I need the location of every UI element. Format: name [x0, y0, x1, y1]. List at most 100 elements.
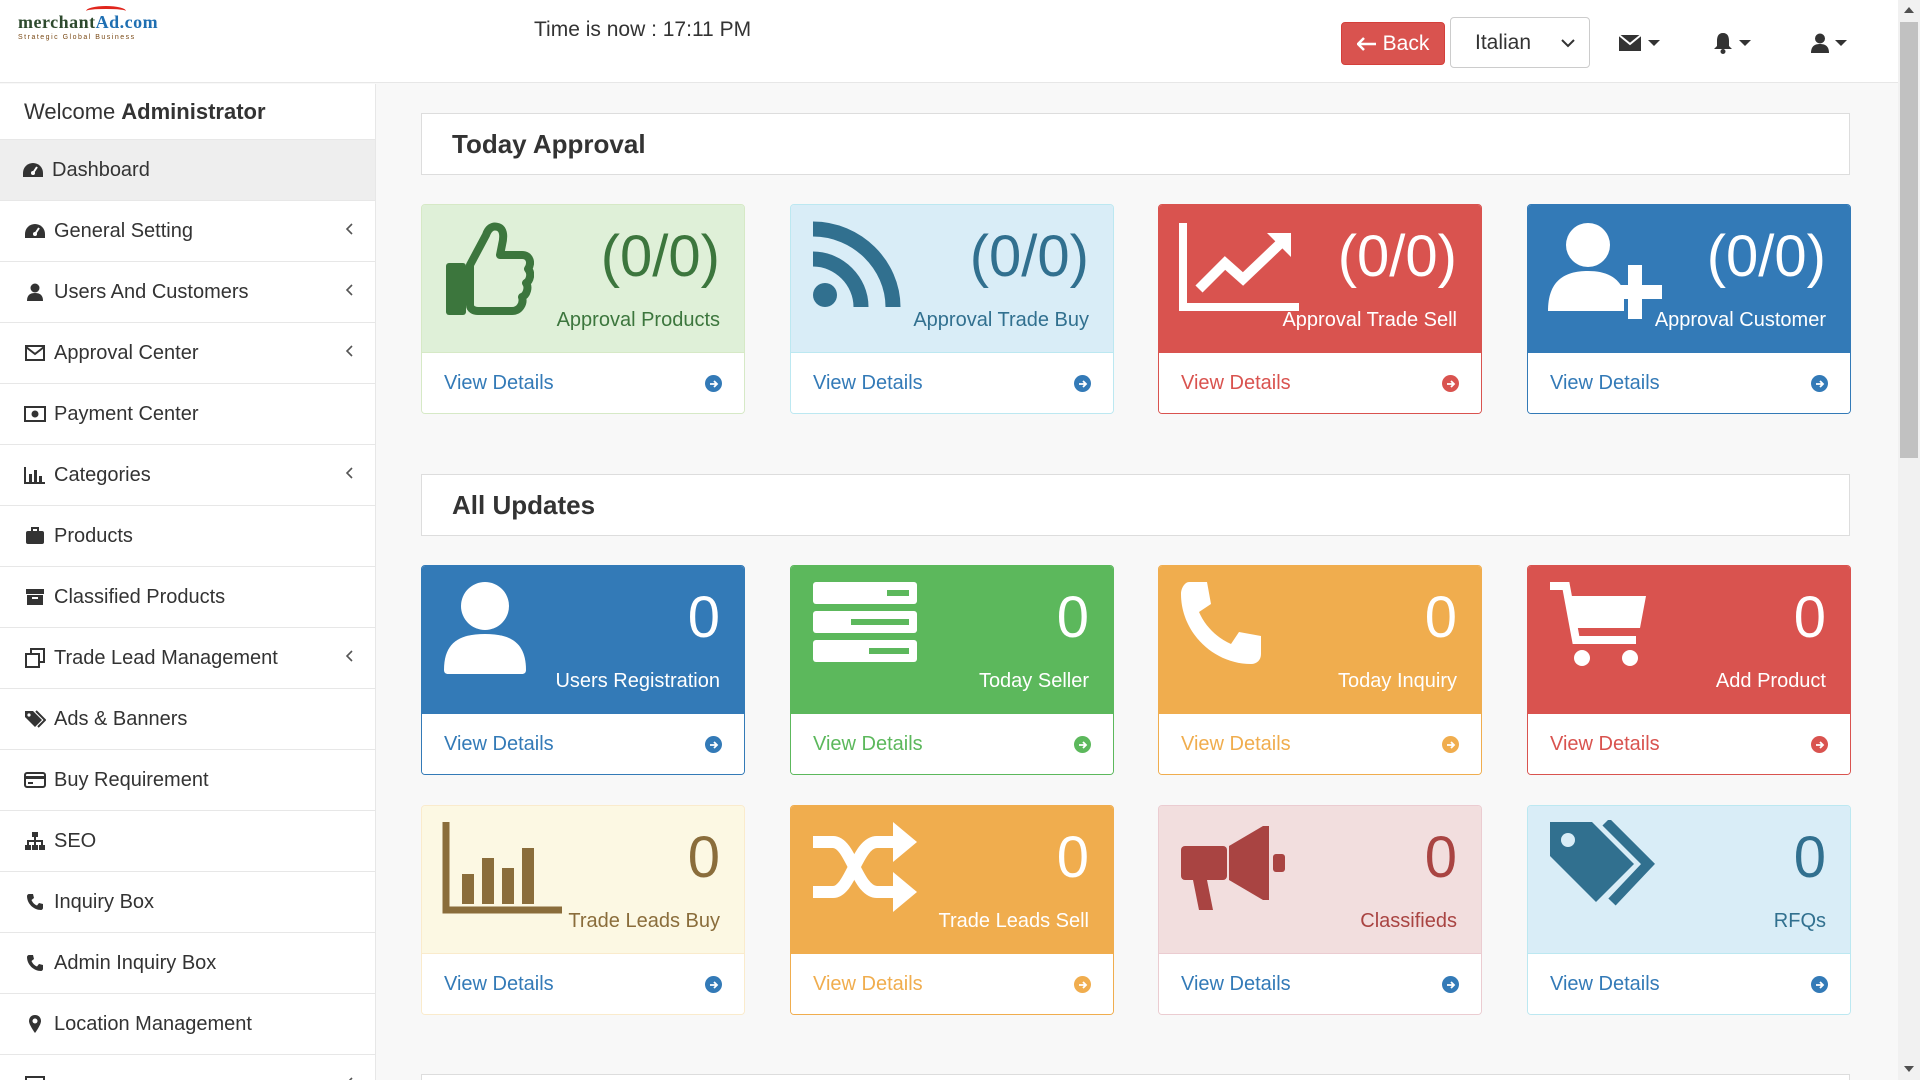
envelope-icon — [1618, 34, 1642, 51]
sidebar-item-label: Location Management — [54, 1012, 252, 1035]
thumbs-up-icon — [446, 222, 534, 315]
next-panel-partial — [421, 1074, 1850, 1080]
view-details-link[interactable]: View Details — [791, 713, 1113, 774]
sidebar: Welcome Administrator Dashboard General S… — [0, 84, 376, 1080]
chevron-left-icon — [345, 650, 353, 662]
card-approval-trade-buy: (0/0) Approval Trade Buy View Details — [790, 204, 1114, 414]
card-classifieds: 0 Classifieds View Details — [1158, 805, 1482, 1015]
view-details-link[interactable]: View Details — [1159, 953, 1481, 1014]
card-label: Today Seller — [978, 670, 1089, 692]
sidebar-item-users-and-customers[interactable]: Users And Customers — [0, 262, 375, 323]
card-add-product: 0 Add Product View Details — [1527, 565, 1851, 775]
language-select[interactable]: Italian — [1450, 17, 1590, 68]
view-details-label: View Details — [1181, 973, 1291, 995]
user-icon — [444, 582, 526, 674]
sidebar-item-label: Approval Center — [54, 341, 199, 364]
sidebar-item-ads-banners[interactable]: Ads & Banners — [0, 689, 375, 750]
sidebar-item-label: Buy Requirement — [54, 768, 209, 791]
sidebar-item-label: Inquiry Box — [54, 890, 155, 913]
arrow-circle-right-icon — [705, 375, 722, 392]
sidebar-item-label: SEO — [54, 829, 97, 852]
welcome-user: Administrator — [121, 98, 266, 124]
section-all-updates: All Updates — [421, 474, 1850, 536]
count-value: 0 — [687, 585, 720, 650]
scroll-down-arrow-icon[interactable] — [1904, 1066, 1914, 1072]
bell-icon — [1714, 33, 1732, 54]
card-label: Add Product — [1715, 670, 1826, 692]
sidebar-item-general-setting[interactable]: General Setting — [0, 201, 375, 262]
clone-icon — [24, 647, 46, 669]
phone-icon — [24, 952, 46, 974]
arrow-circle-right-icon — [1811, 976, 1828, 993]
notifications-dropdown[interactable] — [1713, 30, 1751, 56]
card-trade-leads-sell: 0 Trade Leads Sell View Details — [790, 805, 1114, 1015]
count-value: (0/0) — [1706, 224, 1826, 289]
view-details-link[interactable]: View Details — [1159, 352, 1481, 413]
card-label: Trade Leads Buy — [568, 910, 720, 932]
sidebar-item-seo[interactable]: SEO — [0, 811, 375, 872]
sidebar-item-label: Trade Lead Management — [54, 646, 278, 669]
count-value: (0/0) — [1337, 224, 1457, 289]
bar-chart-icon — [442, 822, 562, 914]
sidebar-item-dashboard[interactable]: Dashboard — [0, 140, 375, 201]
line-chart-icon — [1179, 223, 1299, 311]
sidebar-item-label: Products — [54, 524, 133, 547]
sitemap-icon — [24, 830, 46, 852]
view-details-link[interactable]: View Details — [1528, 713, 1850, 774]
map-marker-icon — [24, 1013, 46, 1035]
sidebar-item-products[interactable]: Products — [0, 506, 375, 567]
card-label: Approval Trade Buy — [913, 309, 1089, 331]
count-value: (0/0) — [969, 224, 1089, 289]
language-value: Italian — [1475, 30, 1532, 54]
count-value: 0 — [1056, 585, 1089, 650]
card-label: Approval Customer — [1654, 309, 1826, 331]
sidebar-item-label: Classified Products — [54, 585, 226, 608]
view-details-link[interactable]: View Details — [422, 953, 744, 1014]
sidebar-item-buy-requirement[interactable]: Buy Requirement — [0, 750, 375, 811]
section-today-approval: Today Approval — [421, 113, 1850, 175]
card-users-registration: 0 Users Registration View Details — [421, 565, 745, 775]
count-value: 0 — [1424, 585, 1457, 650]
user-dropdown[interactable] — [1811, 30, 1847, 56]
rss-icon — [812, 221, 901, 308]
arrow-circle-right-icon — [1442, 375, 1459, 392]
card-trade-leads-buy: 0 Trade Leads Buy View Details — [421, 805, 745, 1015]
dashboard-icon — [22, 159, 44, 181]
chevron-left-icon — [345, 223, 353, 235]
card-label: Classifieds — [1360, 910, 1457, 932]
sidebar-item-classified-products[interactable]: Classified Products — [0, 567, 375, 628]
chevron-left-icon — [345, 345, 353, 357]
sidebar-item-categories[interactable]: Categories — [0, 445, 375, 506]
sidebar-item-inquiry-box[interactable]: Inquiry Box — [0, 872, 375, 933]
view-details-link[interactable]: View Details — [422, 713, 744, 774]
back-button[interactable]: Back — [1341, 22, 1445, 65]
view-details-label: View Details — [1181, 372, 1291, 394]
view-details-link[interactable]: View Details — [422, 352, 744, 413]
view-details-link[interactable]: View Details — [791, 953, 1113, 1014]
sidebar-item-trade-lead-management[interactable]: Trade Lead Management — [0, 628, 375, 689]
user-icon — [1811, 33, 1829, 53]
sidebar-item-payment-center[interactable]: Payment Center — [0, 384, 375, 445]
partial-icon — [24, 1074, 46, 1080]
card-approval-trade-sell: (0/0) Approval Trade Sell View Details — [1158, 204, 1482, 414]
sidebar-item-location-management[interactable]: Location Management — [0, 994, 375, 1055]
view-details-link[interactable]: View Details — [791, 352, 1113, 413]
card-label: Approval Products — [556, 309, 720, 331]
view-details-label: View Details — [1550, 973, 1660, 995]
scroll-up-arrow-icon[interactable] — [1904, 7, 1914, 13]
bar-chart-icon — [24, 464, 46, 486]
logo[interactable]: merchantAd.com Strategic Global Business — [18, 6, 168, 48]
messages-dropdown[interactable] — [1618, 30, 1660, 56]
arrow-circle-right-icon — [1811, 736, 1828, 753]
view-details-link[interactable]: View Details — [1159, 713, 1481, 774]
user-icon — [24, 281, 46, 303]
sidebar-item-admin-inquiry-box[interactable]: Admin Inquiry Box — [0, 933, 375, 994]
sidebar-item-partial[interactable] — [0, 1055, 375, 1080]
scrollbar-thumb[interactable] — [1900, 22, 1918, 458]
count-value: 0 — [1793, 585, 1826, 650]
view-details-link[interactable]: View Details — [1528, 953, 1850, 1014]
view-details-label: View Details — [444, 733, 554, 755]
view-details-link[interactable]: View Details — [1528, 352, 1850, 413]
card-label: RFQs — [1773, 910, 1826, 932]
sidebar-item-approval-center[interactable]: Approval Center — [0, 323, 375, 384]
